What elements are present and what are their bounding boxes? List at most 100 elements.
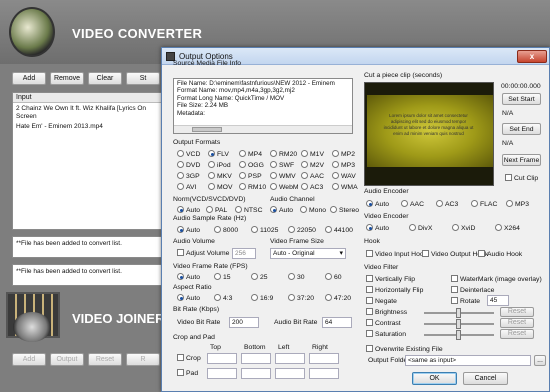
frame-size-select[interactable]: Auto - Original	[270, 248, 346, 259]
radio-button[interactable]	[177, 150, 184, 157]
radio-button[interactable]	[251, 273, 258, 280]
radio-button[interactable]	[177, 206, 184, 213]
radio-button[interactable]	[270, 183, 277, 190]
aenc-ac3[interactable]: AC3	[436, 200, 458, 208]
rate-auto[interactable]: Auto	[177, 226, 200, 234]
format-mp3[interactable]: MP3	[332, 161, 355, 169]
list-item[interactable]: Hate Em' - Eminem 2013.mp4	[13, 121, 163, 131]
filter-left-1[interactable]: Horizontally Flip	[366, 286, 423, 294]
checkbox[interactable]	[478, 250, 485, 257]
format-ogg[interactable]: OGG	[239, 161, 264, 169]
radio-button[interactable]	[214, 294, 221, 301]
radio-button[interactable]	[495, 224, 502, 231]
format-vcd[interactable]: VCD	[177, 150, 200, 158]
radio-button[interactable]	[401, 200, 408, 207]
reset-button[interactable]: Reset	[500, 318, 534, 328]
slider-thumb[interactable]	[456, 319, 461, 329]
radio-button[interactable]	[177, 273, 184, 280]
radio-button[interactable]	[214, 226, 221, 233]
adjust-volume-checkbox[interactable]: Adjust Volume	[177, 249, 229, 257]
radio-button[interactable]	[325, 294, 332, 301]
format-rm20[interactable]: RM20	[270, 150, 297, 158]
close-button[interactable]: x	[517, 50, 547, 63]
radio-button[interactable]	[177, 226, 184, 233]
format-m1v[interactable]: M1V	[301, 150, 324, 158]
format-flv[interactable]: FLV	[208, 150, 229, 158]
format-psp[interactable]: PSP	[239, 172, 262, 180]
horizontal-scrollbar[interactable]	[174, 125, 352, 133]
format-aac[interactable]: AAC	[301, 172, 324, 180]
radio-button[interactable]	[332, 183, 339, 190]
radio-button[interactable]	[366, 200, 373, 207]
channel-mono[interactable]: Mono	[300, 206, 326, 214]
aenc-mp3[interactable]: MP3	[506, 200, 529, 208]
crop-input[interactable]	[207, 353, 237, 364]
crop-row-crop[interactable]: Crop	[177, 354, 201, 362]
hook-0[interactable]: Video Input Hook	[366, 250, 427, 258]
norm-ntsc[interactable]: NTSC	[235, 206, 263, 214]
radio-button[interactable]	[239, 183, 246, 190]
reset-button[interactable]: Reset	[500, 329, 534, 339]
radio-button[interactable]	[288, 294, 295, 301]
radio-button[interactable]	[409, 224, 416, 231]
venc-xvid[interactable]: XviD	[452, 224, 475, 232]
norm-pal[interactable]: PAL	[206, 206, 227, 214]
checkbox[interactable]	[451, 286, 458, 293]
format-dvd[interactable]: DVD	[177, 161, 200, 169]
slider-brightness-checkbox[interactable]: Brightness	[366, 308, 407, 316]
scroll-thumb[interactable]	[192, 127, 222, 132]
checkbox[interactable]	[366, 297, 373, 304]
hook-2[interactable]: Audio Hook	[478, 250, 522, 258]
radio-button[interactable]	[251, 226, 258, 233]
joiner-r-button[interactable]: R	[126, 353, 160, 366]
radio-button[interactable]	[239, 161, 246, 168]
next-frame-button[interactable]: Next Frame	[502, 154, 541, 166]
output-folder-input[interactable]: <same as input>	[405, 355, 531, 366]
cut-clip-checkbox[interactable]: Cut Clip	[505, 174, 538, 182]
checkbox[interactable]	[177, 249, 184, 256]
checkbox[interactable]	[451, 275, 458, 282]
crop-input[interactable]	[241, 368, 271, 379]
overwrite-checkbox[interactable]: Overwrite Existing File	[366, 345, 443, 353]
radio-button[interactable]	[270, 172, 277, 179]
radio-button[interactable]	[300, 206, 307, 213]
format-wma[interactable]: WMA	[332, 183, 358, 191]
checkbox[interactable]	[366, 275, 373, 282]
crop-input[interactable]	[309, 368, 339, 379]
radio-button[interactable]	[471, 200, 478, 207]
filter-right-2[interactable]: Rotate	[451, 297, 480, 305]
radio-button[interactable]	[270, 206, 277, 213]
radio-button[interactable]	[177, 161, 184, 168]
radio-button[interactable]	[330, 206, 337, 213]
checkbox[interactable]	[177, 369, 184, 376]
radio-button[interactable]	[325, 273, 332, 280]
format-mp2[interactable]: MP2	[332, 150, 355, 158]
rate-44100[interactable]: 44100	[325, 226, 353, 234]
format-avi[interactable]: AVI	[177, 183, 196, 191]
norm-auto[interactable]: Auto	[177, 206, 200, 214]
filter-right-0[interactable]: WaterMark (image overlay)	[451, 275, 542, 283]
checkbox[interactable]	[366, 330, 373, 337]
rate-8000[interactable]: 8000	[214, 226, 238, 234]
format-rm10[interactable]: RM10	[239, 183, 266, 191]
checkbox[interactable]	[422, 250, 429, 257]
aenc-auto[interactable]: Auto	[366, 200, 389, 208]
rotate-input[interactable]: 45	[487, 295, 509, 306]
radio-button[interactable]	[239, 150, 246, 157]
set-start-button[interactable]: Set Start	[502, 93, 541, 105]
aspect-16-9[interactable]: 16:9	[251, 294, 273, 302]
radio-button[interactable]	[235, 206, 242, 213]
checkbox[interactable]	[366, 286, 373, 293]
checkbox[interactable]	[366, 250, 373, 257]
radio-button[interactable]	[366, 224, 373, 231]
radio-button[interactable]	[177, 294, 184, 301]
radio-button[interactable]	[208, 183, 215, 190]
joiner-reset-button[interactable]: Reset	[88, 353, 122, 366]
joiner-add-button[interactable]: Add	[12, 353, 46, 366]
crop-input[interactable]	[275, 353, 305, 364]
checkbox[interactable]	[177, 354, 184, 361]
radio-button[interactable]	[206, 206, 213, 213]
checkbox[interactable]	[505, 174, 512, 181]
set-end-button[interactable]: Set End	[502, 123, 541, 135]
format-ac3[interactable]: AC3	[301, 183, 323, 191]
